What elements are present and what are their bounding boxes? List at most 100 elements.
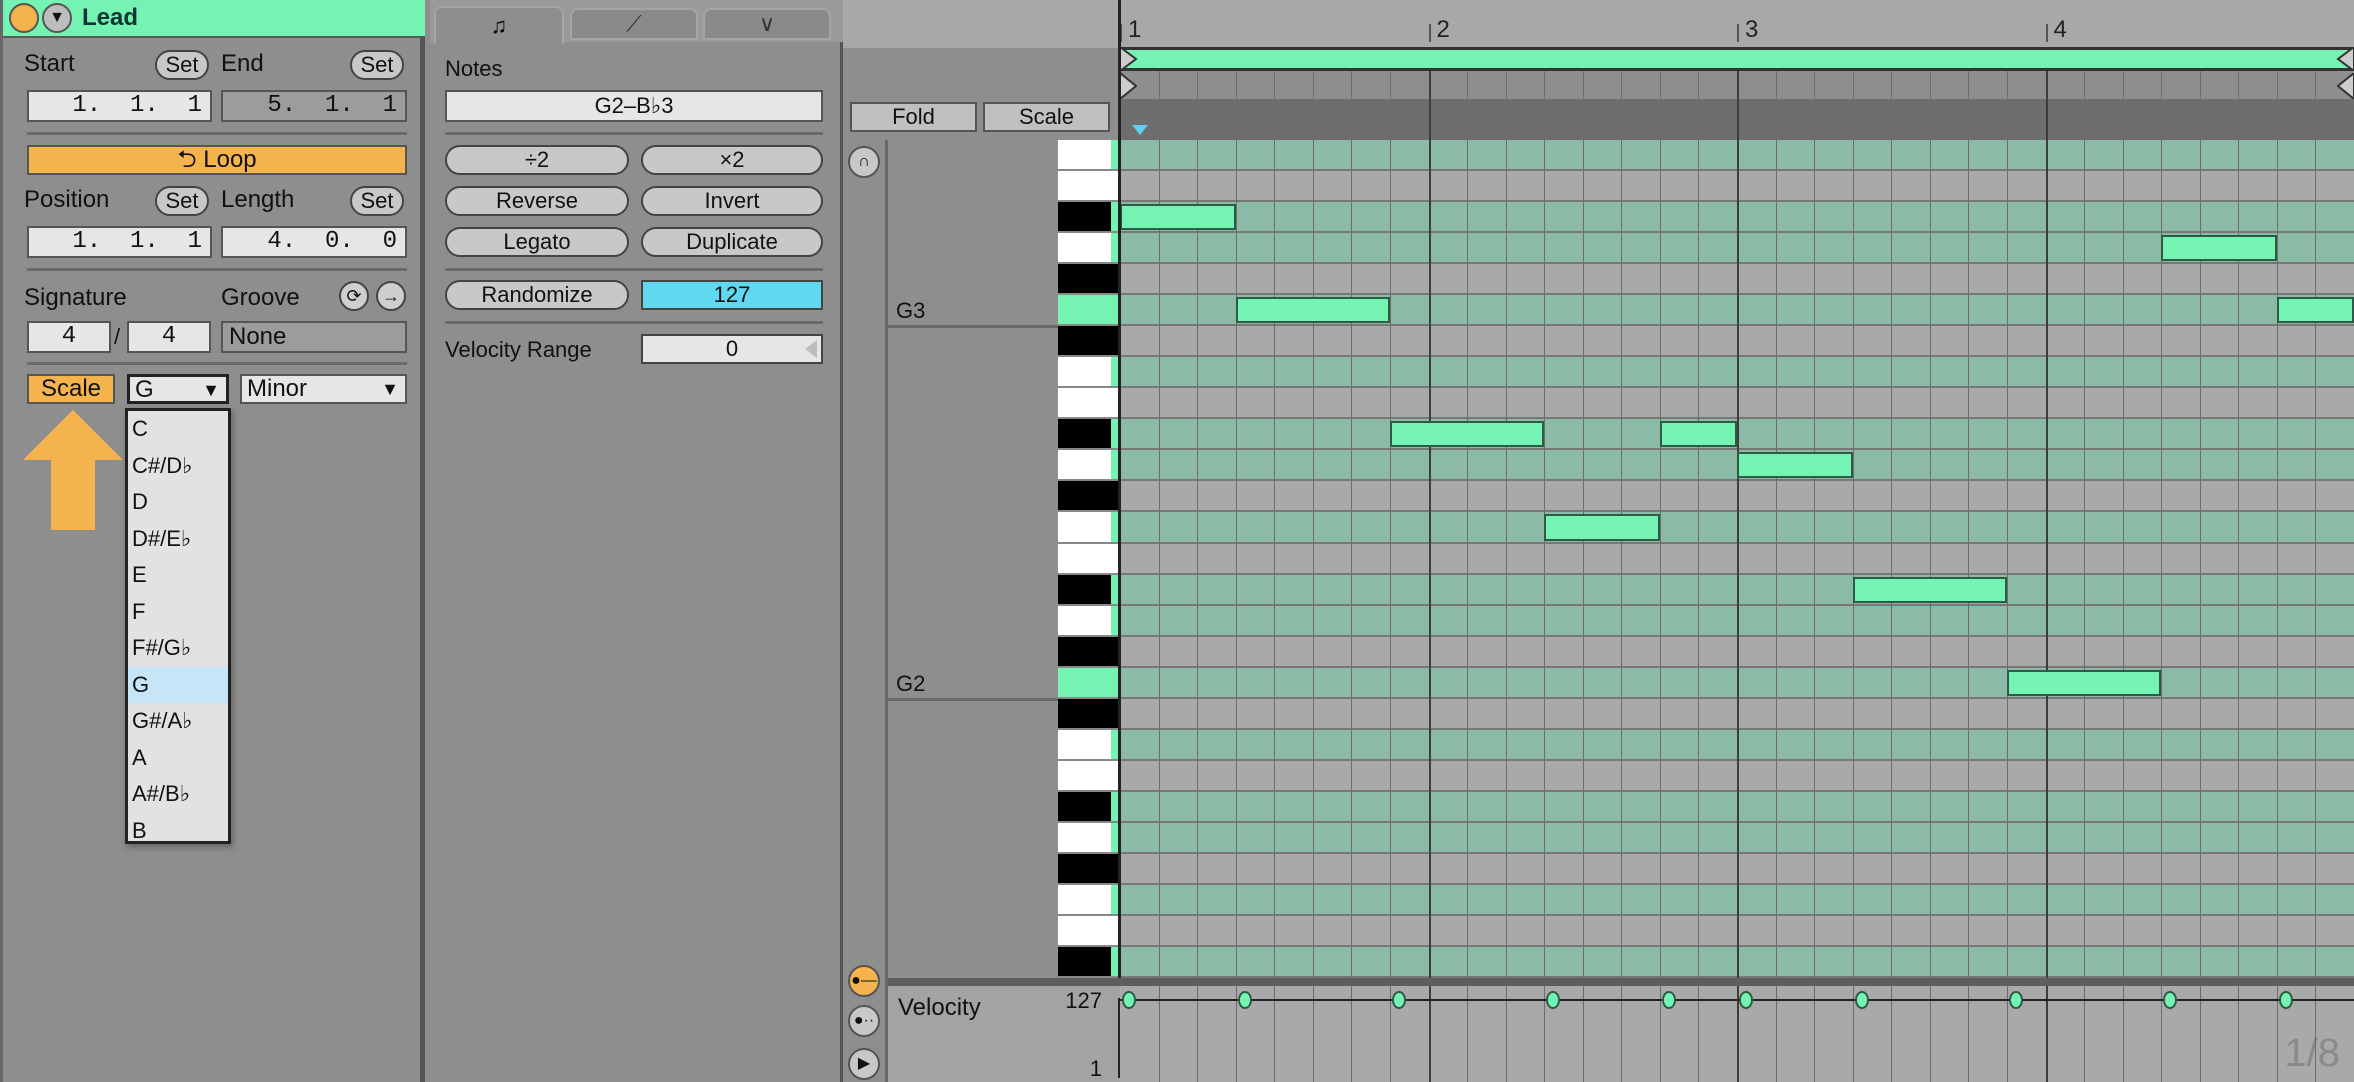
randomize-amount-field[interactable]: 127 — [641, 280, 823, 310]
play-button[interactable]: ▶ — [848, 1048, 880, 1080]
root-note-option[interactable]: G#/A♭ — [128, 703, 228, 740]
white-key[interactable] — [1058, 916, 1120, 948]
root-note-option[interactable]: C#/D♭ — [128, 448, 228, 485]
root-note-dropdown[interactable]: G ▼ — [127, 374, 229, 404]
velocity-handle[interactable] — [1237, 991, 1252, 1009]
randomize-button[interactable]: Randomize — [445, 280, 629, 310]
tab-notes[interactable]: ♫ — [434, 6, 564, 44]
beat-ruler[interactable]: 1 2 3 4 — [1120, 0, 2354, 48]
black-key[interactable] — [1058, 791, 1120, 823]
end-marker-icon[interactable] — [2332, 73, 2354, 99]
piano-keyboard[interactable] — [1058, 140, 1120, 979]
midi-note[interactable] — [1852, 576, 2007, 603]
white-key[interactable] — [1058, 295, 1120, 327]
white-key[interactable] — [1058, 171, 1120, 203]
velocity-handle[interactable] — [1854, 991, 1869, 1009]
black-key[interactable] — [1058, 264, 1120, 296]
duplicate-button[interactable]: Duplicate — [641, 227, 823, 257]
loop-start-marker-icon[interactable] — [1120, 47, 1142, 71]
white-key[interactable] — [1058, 388, 1120, 420]
white-key[interactable] — [1058, 357, 1120, 389]
white-key[interactable] — [1058, 760, 1120, 792]
midi-note[interactable] — [2006, 669, 2162, 696]
clip-activator-button[interactable] — [9, 3, 39, 33]
fold-button[interactable]: Fold — [850, 102, 977, 132]
double-button[interactable]: ×2 — [641, 145, 823, 175]
white-key[interactable] — [1058, 605, 1120, 637]
black-key[interactable] — [1058, 481, 1120, 513]
scale-mode-dropdown[interactable]: Minor ▼ — [240, 374, 407, 404]
white-key[interactable] — [1058, 450, 1120, 482]
white-key[interactable] — [1058, 140, 1120, 172]
black-key[interactable] — [1058, 202, 1120, 234]
velocity-range-field[interactable]: 0 — [641, 334, 823, 364]
root-note-option[interactable]: G — [128, 666, 228, 703]
velocity-handle[interactable] — [1546, 991, 1561, 1009]
root-note-option[interactable]: C — [128, 411, 228, 448]
signature-denominator[interactable]: 4 — [127, 321, 211, 353]
groove-field[interactable]: None — [221, 321, 407, 353]
groove-commit-button[interactable]: ⟳ — [339, 281, 369, 311]
signature-numerator[interactable]: 4 — [27, 321, 111, 353]
root-note-option[interactable]: B — [128, 813, 228, 850]
scale-toggle-button[interactable]: Scale — [27, 374, 115, 404]
white-key[interactable] — [1058, 233, 1120, 265]
white-key[interactable] — [1058, 884, 1120, 916]
reverse-button[interactable]: Reverse — [445, 186, 629, 216]
notes-range-field[interactable]: G2–B♭3 — [445, 90, 823, 122]
end-set-button[interactable]: Set — [350, 50, 404, 80]
root-note-option[interactable]: A#/B♭ — [128, 776, 228, 813]
velocity-handle[interactable] — [1391, 991, 1406, 1009]
legato-button[interactable]: Legato — [445, 227, 629, 257]
white-key[interactable] — [1058, 667, 1120, 699]
midi-note[interactable] — [1544, 514, 1660, 541]
midi-note[interactable] — [1235, 297, 1390, 324]
length-field[interactable]: 4. 0. 0 — [221, 226, 407, 258]
velocity-lane-toggle[interactable]: ●— — [848, 965, 880, 997]
black-key[interactable] — [1058, 326, 1120, 358]
root-note-option[interactable]: F — [128, 594, 228, 631]
scale-highlight-button[interactable]: Scale — [983, 102, 1110, 132]
note-grid[interactable] — [1120, 140, 2354, 978]
chance-lane-toggle[interactable]: ●·· — [848, 1005, 880, 1037]
start-set-button[interactable]: Set — [155, 50, 209, 80]
velocity-handle[interactable] — [1661, 991, 1676, 1009]
velocity-handle[interactable] — [1739, 991, 1753, 1009]
fold-panel-button[interactable]: ▼ — [42, 3, 72, 33]
tab-envelopes[interactable]: ⟋ — [570, 8, 698, 40]
midi-note[interactable] — [1120, 204, 1236, 231]
midi-note[interactable] — [1737, 452, 1853, 479]
white-key[interactable] — [1058, 543, 1120, 575]
preview-button[interactable]: ∩ — [848, 146, 880, 178]
root-note-option[interactable]: D#/E♭ — [128, 521, 228, 558]
tab-mpe[interactable]: ∨ — [703, 8, 831, 40]
velocity-handle[interactable] — [1122, 991, 1136, 1009]
white-key[interactable] — [1058, 729, 1120, 761]
start-end-markers[interactable] — [1120, 71, 2354, 99]
root-note-option[interactable]: E — [128, 557, 228, 594]
halve-button[interactable]: ÷2 — [445, 145, 629, 175]
black-key[interactable] — [1058, 419, 1120, 451]
position-set-button[interactable]: Set — [155, 186, 209, 216]
velocity-handle[interactable] — [2278, 991, 2293, 1009]
velocity-handle[interactable] — [2163, 991, 2178, 1009]
black-key[interactable] — [1058, 574, 1120, 606]
midi-note[interactable] — [2276, 297, 2354, 324]
length-set-button[interactable]: Set — [350, 186, 404, 216]
invert-button[interactable]: Invert — [641, 186, 823, 216]
black-key[interactable] — [1058, 698, 1120, 730]
midi-note[interactable] — [1389, 421, 1545, 448]
velocity-handle[interactable] — [2008, 991, 2023, 1009]
black-key[interactable] — [1058, 636, 1120, 668]
position-field[interactable]: 1. 1. 1 — [27, 226, 212, 258]
white-key[interactable] — [1058, 822, 1120, 854]
root-note-option[interactable]: F#/G♭ — [128, 630, 228, 667]
end-field[interactable]: 5. 1. 1 — [221, 90, 407, 122]
start-field[interactable]: 1. 1. 1 — [27, 90, 212, 122]
root-note-option[interactable]: A — [128, 740, 228, 777]
lane-divider[interactable] — [888, 978, 2354, 986]
loop-end-marker-icon[interactable] — [2332, 47, 2354, 71]
white-key[interactable] — [1058, 512, 1120, 544]
groove-hot-swap-button[interactable]: → — [376, 281, 406, 311]
midi-note[interactable] — [1659, 421, 1737, 448]
